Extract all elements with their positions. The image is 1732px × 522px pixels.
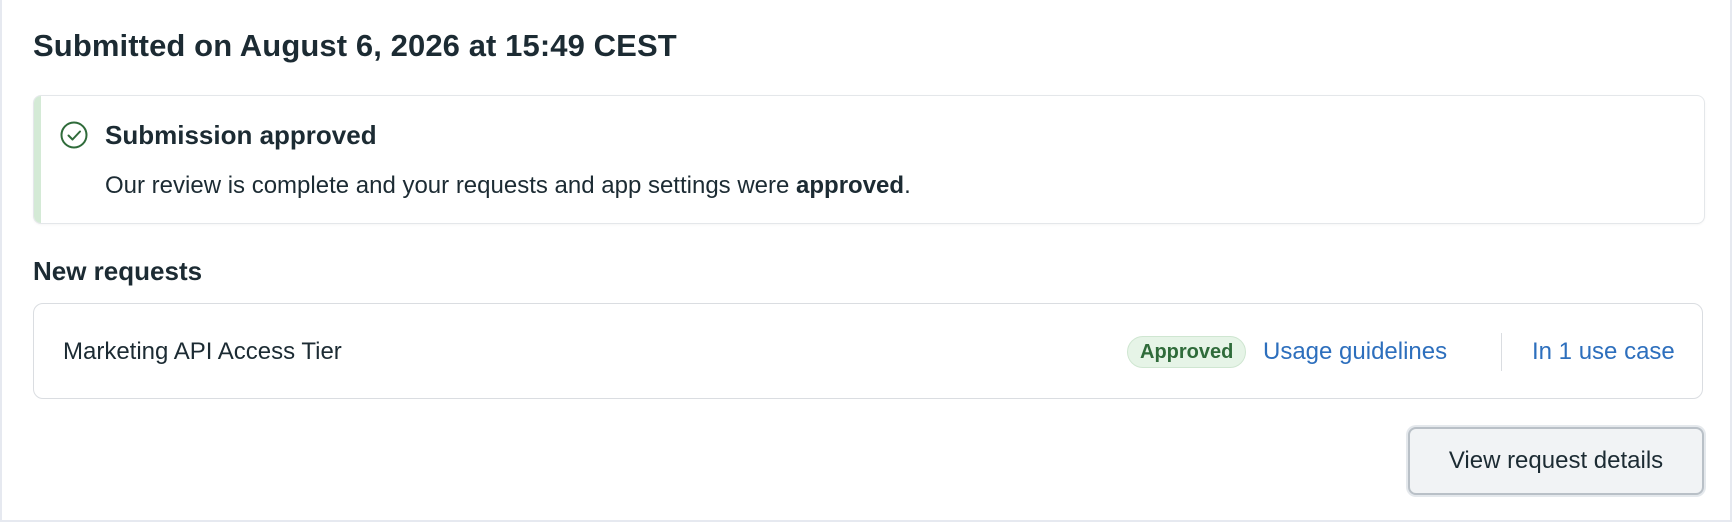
- alert-title: Submission approved: [105, 120, 377, 150]
- approval-alert: Submission approved Our review is comple…: [33, 95, 1705, 224]
- usage-guidelines-link[interactable]: Usage guidelines: [1263, 338, 1447, 366]
- alert-message-end: .: [904, 172, 911, 199]
- alert-message-emphasis: approved: [796, 172, 905, 199]
- alert-message-text: Our review is complete and your requests…: [105, 172, 797, 199]
- page-title: Submitted on August 6, 2026 at 15:49 CES…: [33, 28, 677, 63]
- panel-frame: Submitted on August 6, 2026 at 15:49 CES…: [0, 0, 1732, 522]
- section-title-new-requests: New requests: [33, 256, 203, 286]
- view-request-details-button[interactable]: View request details: [1408, 427, 1704, 495]
- check-circle-icon: [59, 120, 89, 150]
- use-case-link[interactable]: In 1 use case: [1532, 338, 1675, 366]
- divider: [1501, 333, 1502, 371]
- alert-message: Our review is complete and your requests…: [105, 172, 911, 200]
- request-name: Marketing API Access Tier: [63, 338, 342, 365]
- request-row: Marketing API Access Tier Approved Usage…: [33, 303, 1703, 399]
- status-badge: Approved: [1127, 336, 1247, 368]
- alert-accent-bar: [34, 96, 41, 223]
